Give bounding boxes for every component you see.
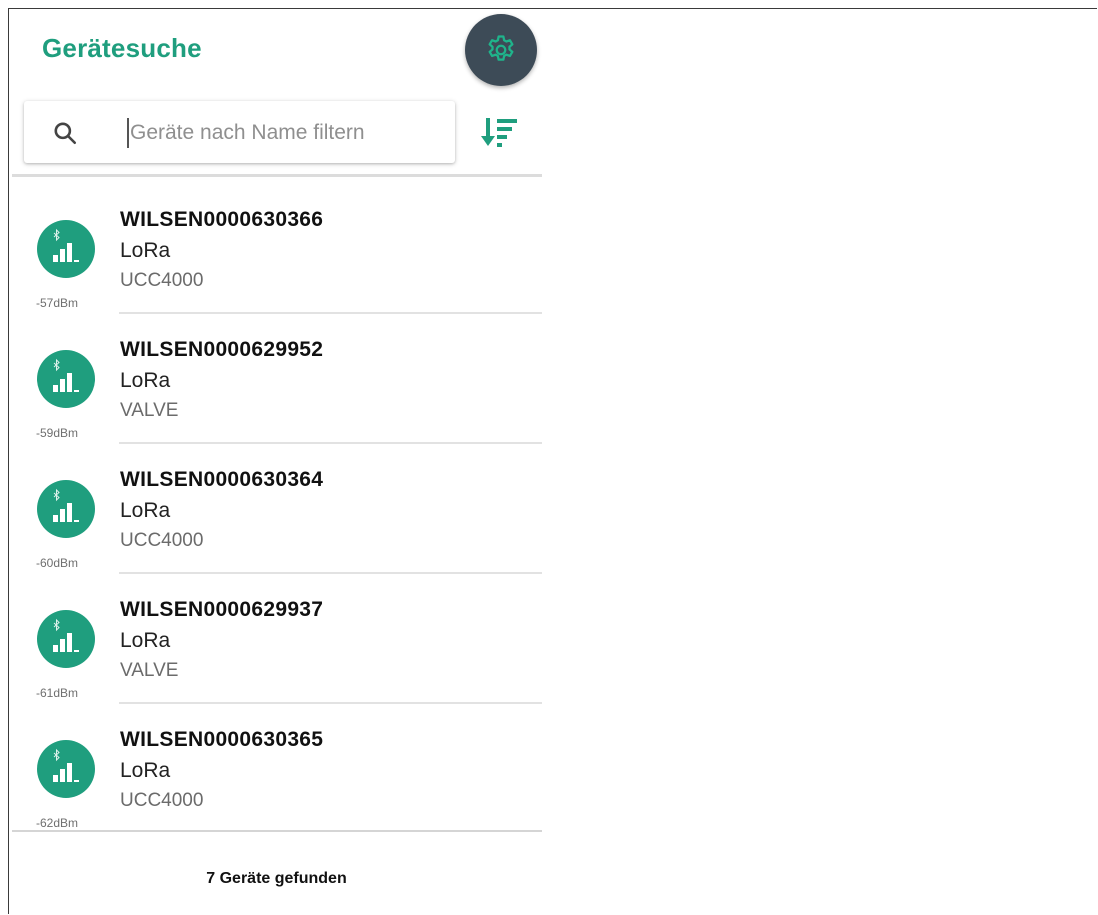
sort-descending-icon — [481, 118, 517, 147]
device-type: VALVE — [120, 400, 179, 421]
bluetooth-signal-icon — [37, 480, 95, 538]
text-cursor — [127, 118, 129, 148]
device-type: UCC4000 — [120, 790, 204, 811]
device-protocol: LoRa — [120, 239, 171, 262]
bluetooth-signal-icon — [37, 350, 95, 408]
page-title: Gerätesuche — [42, 33, 202, 63]
device-protocol: LoRa — [120, 629, 171, 652]
search-icon[interactable] — [52, 120, 78, 146]
device-name: WILSEN0000629937 — [120, 598, 324, 621]
device-name: WILSEN0000629952 — [120, 338, 324, 361]
device-name: WILSEN0000630366 — [120, 208, 324, 231]
gear-icon — [488, 35, 514, 61]
device-list-item[interactable]: -61dBm WILSEN0000629937 LoRa VALVE — [0, 567, 550, 704]
device-list-item[interactable]: -59dBm WILSEN0000629952 LoRa VALVE — [0, 307, 550, 444]
device-list-item[interactable]: -57dBm WILSEN0000630366 LoRa UCC4000 — [0, 177, 550, 314]
list-bottom-divider — [12, 830, 542, 832]
device-name: WILSEN0000630364 — [120, 468, 324, 491]
device-count-status: 7 Geräte gefunden — [206, 870, 347, 887]
device-protocol: LoRa — [120, 759, 171, 782]
device-list: -57dBm WILSEN0000630366 LoRa UCC4000 -59… — [0, 177, 550, 832]
device-type: UCC4000 — [120, 270, 204, 291]
sort-button[interactable] — [480, 112, 522, 154]
device-protocol: LoRa — [120, 369, 171, 392]
device-type: UCC4000 — [120, 530, 204, 551]
device-list-item[interactable]: -60dBm WILSEN0000630364 LoRa UCC4000 — [0, 437, 550, 574]
rssi-label: -62dBm — [36, 816, 79, 830]
bluetooth-signal-icon — [37, 220, 95, 278]
device-type: VALVE — [120, 660, 179, 681]
device-protocol: LoRa — [120, 499, 171, 522]
search-bar — [24, 101, 455, 163]
bluetooth-signal-icon — [37, 740, 95, 798]
device-list-item[interactable]: -62dBm WILSEN0000630365 LoRa UCC4000 — [0, 697, 550, 830]
device-name: WILSEN0000630365 — [120, 728, 324, 751]
settings-button[interactable] — [465, 14, 537, 86]
search-input[interactable] — [130, 115, 440, 151]
bluetooth-signal-icon — [37, 610, 95, 668]
